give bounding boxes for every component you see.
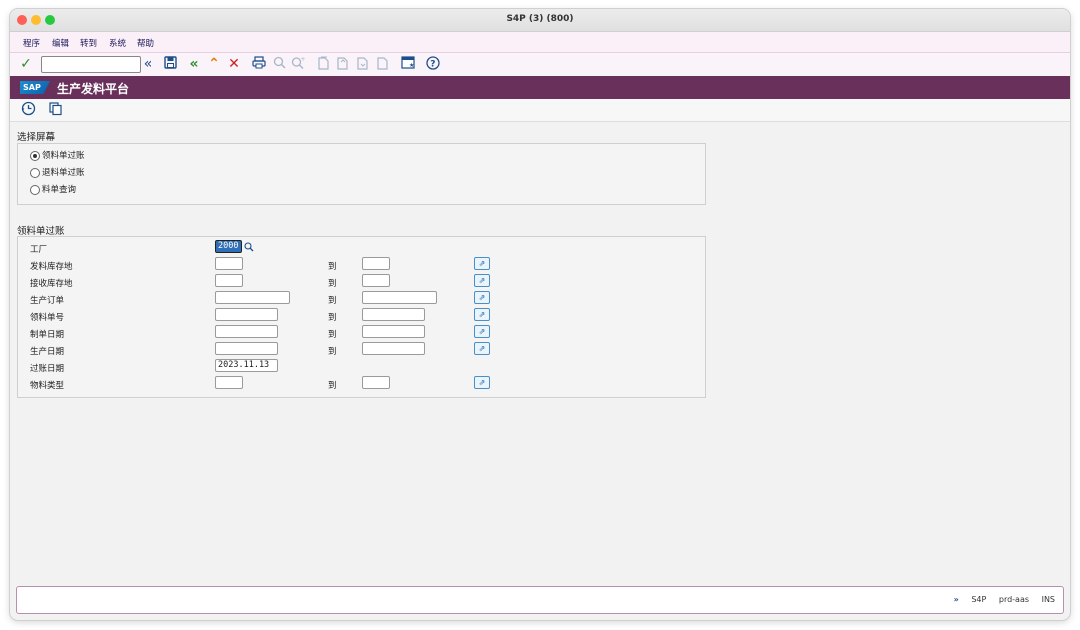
selection-group-title: 选择屏幕 (17, 132, 56, 143)
receiving-storage-to-input[interactable] (362, 274, 390, 287)
first-page-icon[interactable] (315, 56, 331, 73)
requisition-number-to-label: 到 (328, 313, 337, 323)
production-date-to-input[interactable] (362, 342, 425, 355)
posting-group-box: 工厂 2000 发料库存地 到 ⇗ 接收库存地 到 ⇗ 生产订单 到 ⇗ 领料单… (17, 236, 706, 398)
back-icon[interactable]: « (186, 56, 202, 73)
multiple-selection-button[interactable]: ⇗ (474, 308, 490, 321)
standard-toolbar: ✓ « « ⌃ ✕ + ★ ? (10, 53, 1070, 77)
command-history-icon[interactable]: « (140, 56, 156, 73)
save-icon[interactable] (162, 56, 178, 73)
radio-label: 退料单过账 (42, 168, 85, 178)
find-next-icon[interactable]: + (290, 56, 306, 73)
selection-screen: 选择屏幕 领料单过账 退料单过账 料单查询 领料单过账 工厂 2000 发料库存… (10, 122, 1070, 592)
material-type-from-input[interactable] (215, 376, 243, 389)
issue-storage-label: 发料库存地 (30, 262, 73, 272)
issue-storage-to-label: 到 (328, 262, 337, 272)
plant-input[interactable]: 2000 (215, 240, 242, 253)
radio-button[interactable] (30, 150, 40, 161)
previous-page-icon[interactable] (334, 56, 350, 73)
material-type-to-input[interactable] (362, 376, 390, 389)
receiving-storage-to-label: 到 (328, 279, 337, 289)
sap-logo: SAP (20, 81, 50, 94)
status-bar: » S4P prd-aas INS (16, 586, 1064, 614)
material-type-label: 物料类型 (30, 381, 65, 391)
production-order-from-input[interactable] (215, 291, 290, 304)
app-title: 生产发料平台 (57, 82, 130, 96)
menu-help[interactable]: 帮助 (137, 37, 154, 49)
svg-text:?: ? (430, 60, 435, 70)
requisition-number-to-input[interactable] (362, 308, 425, 321)
find-icon[interactable] (271, 56, 287, 73)
title-bar: S4P (3) (800) (10, 9, 1070, 32)
multiple-selection-button[interactable]: ⇗ (474, 342, 490, 355)
receiving-storage-label: 接收库存地 (30, 279, 73, 289)
multiple-selection-button[interactable]: ⇗ (474, 291, 490, 304)
requisition-number-label: 领料单号 (30, 313, 65, 323)
menu-edit[interactable]: 编辑 (52, 37, 69, 49)
production-date-label: 生产日期 (30, 347, 65, 357)
application-title-bar: SAP 生产发料平台 (10, 76, 1070, 99)
next-page-icon[interactable] (354, 56, 370, 73)
document-date-label: 制单日期 (30, 330, 65, 340)
svg-text:+: + (301, 56, 306, 63)
production-order-to-input[interactable] (362, 291, 437, 304)
document-date-to-input[interactable] (362, 325, 425, 338)
window-title: S4P (3) (800) (506, 14, 574, 24)
receiving-storage-from-input[interactable] (215, 274, 243, 287)
copy-variant-icon[interactable] (47, 101, 63, 118)
radio-label: 领料单过账 (42, 151, 85, 161)
radio-return-posting[interactable]: 退料单过账 (30, 166, 85, 178)
radio-button[interactable] (30, 167, 40, 178)
material-type-to-label: 到 (328, 381, 337, 391)
application-toolbar (10, 99, 1070, 122)
selection-group-box: 领料单过账 退料单过账 料单查询 (17, 143, 706, 205)
menu-system[interactable]: 系统 (109, 37, 126, 49)
exit-icon[interactable]: ⌃ (206, 56, 222, 73)
radio-label: 料单查询 (42, 185, 77, 195)
search-help-icon[interactable] (244, 242, 254, 255)
enter-check-icon[interactable]: ✓ (18, 56, 34, 73)
document-date-to-label: 到 (328, 330, 337, 340)
print-icon[interactable] (251, 56, 267, 73)
requisition-number-from-input[interactable] (215, 308, 278, 321)
command-field[interactable] (41, 56, 141, 73)
production-order-to-label: 到 (328, 296, 337, 306)
svg-text:★: ★ (409, 62, 414, 69)
server-name: prd-aas (998, 595, 1030, 604)
multiple-selection-button[interactable]: ⇗ (474, 325, 490, 338)
cancel-icon[interactable]: ✕ (226, 56, 242, 73)
production-date-from-input[interactable] (215, 342, 278, 355)
menu-program[interactable]: 程序 (23, 37, 40, 49)
radio-button[interactable] (30, 184, 40, 195)
issue-storage-from-input[interactable] (215, 257, 243, 270)
production-order-label: 生产订单 (30, 296, 65, 306)
radio-list-query[interactable]: 料单查询 (30, 183, 76, 195)
multiple-selection-button[interactable]: ⇗ (474, 274, 490, 287)
document-date-from-input[interactable] (215, 325, 278, 338)
input-mode[interactable]: INS (1042, 595, 1055, 604)
last-page-icon[interactable] (374, 56, 390, 73)
plant-label: 工厂 (30, 245, 48, 255)
system-info: » S4P prd-aas INS (944, 595, 1055, 604)
multiple-selection-button[interactable]: ⇗ (474, 376, 490, 389)
menu-bar: 程序 编辑 转到 系统 帮助 (10, 32, 1070, 53)
issue-storage-to-input[interactable] (362, 257, 390, 270)
sap-window: S4P (3) (800) 程序 编辑 转到 系统 帮助 ✓ « « ⌃ ✕ + (10, 9, 1070, 620)
production-date-to-label: 到 (328, 347, 337, 357)
posting-date-input[interactable]: 2023.11.13 (215, 359, 278, 372)
posting-group-title: 领料单过账 (17, 226, 65, 237)
posting-date-label: 过账日期 (30, 364, 65, 374)
system-info-expand-icon[interactable]: » (954, 595, 959, 604)
create-session-icon[interactable]: ★ (400, 56, 416, 73)
menu-goto[interactable]: 转到 (80, 37, 97, 49)
execute-clock-icon[interactable] (20, 101, 36, 118)
system-id: S4P (971, 595, 987, 604)
multiple-selection-button[interactable]: ⇗ (474, 257, 490, 270)
help-icon[interactable]: ? (425, 56, 441, 73)
radio-issue-posting[interactable]: 领料单过账 (30, 149, 85, 161)
